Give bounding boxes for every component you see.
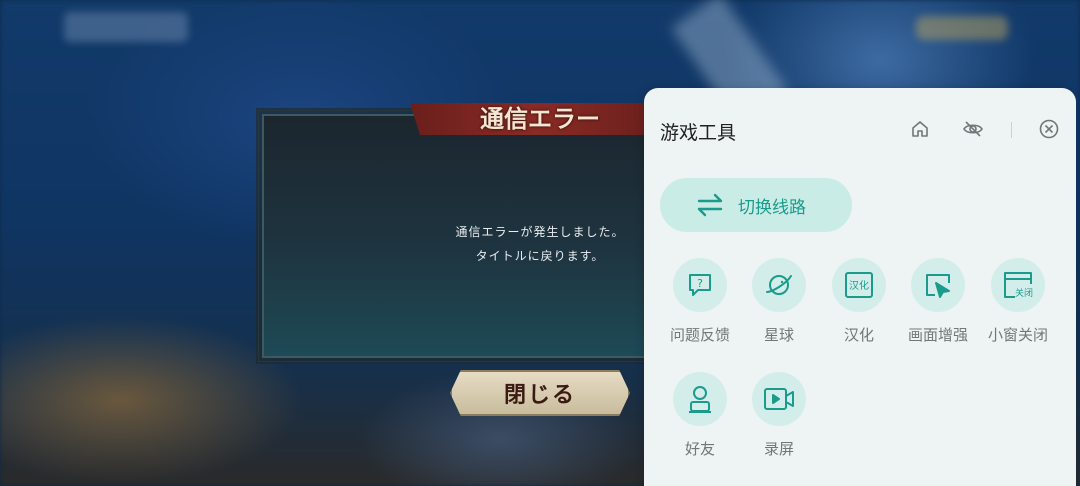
tool-translate[interactable]: 汉化 汉化 (819, 258, 899, 345)
game-hud-top-right (916, 16, 1008, 40)
mini-window-icon-text: 关闭 (1015, 287, 1033, 299)
dialog-close-label: 閉じる (503, 382, 576, 408)
friend-icon (673, 372, 727, 426)
eye-off-icon[interactable] (962, 118, 984, 140)
translate-icon: 汉化 (832, 258, 886, 312)
tool-mini-window-close[interactable]: 关闭 小窗关闭 (978, 258, 1058, 345)
tool-enhance[interactable]: 画面增强 (898, 258, 978, 345)
dialog-message: 通信エラーが発生しました。 タイトルに戻ります。 (400, 220, 680, 268)
record-icon (752, 372, 806, 426)
home-icon[interactable] (909, 118, 931, 140)
svg-text:?: ? (697, 277, 703, 290)
game-hud-top-left (64, 12, 188, 42)
tool-label: 录屏 (763, 440, 794, 458)
dialog-close-button[interactable]: 閉じる (450, 370, 630, 416)
tool-label: 画面增强 (907, 326, 968, 344)
tool-planet[interactable]: 星球 (739, 258, 819, 345)
enhance-icon (911, 258, 965, 312)
tool-label: 小窗关闭 (987, 326, 1048, 344)
tool-label: 星球 (763, 326, 794, 344)
switch-arrows-icon (696, 193, 724, 217)
close-circle-icon[interactable] (1038, 118, 1060, 140)
tool-friend[interactable]: 好友 (660, 372, 740, 459)
planet-icon (752, 258, 806, 312)
mini-window-close-icon: 关闭 (991, 258, 1045, 312)
tool-feedback[interactable]: ? 问题反馈 (660, 258, 740, 345)
game-tools-panel: 游戏工具 切换线路 ? 问题反馈 星球 汉化 汉化 画面增强 关闭 小窗关闭 好… (644, 88, 1076, 486)
panel-title: 游戏工具 (660, 122, 737, 144)
switch-route-button[interactable]: 切换线路 (660, 178, 852, 232)
tool-record[interactable]: 录屏 (739, 372, 819, 459)
feedback-icon: ? (673, 258, 727, 312)
tool-label: 问题反馈 (669, 326, 730, 344)
tool-label: 汉化 (843, 326, 874, 344)
switch-route-label: 切换线路 (738, 197, 806, 218)
header-divider (1011, 122, 1012, 138)
dialog-title: 通信エラー (480, 104, 600, 133)
dialog-message-line2: タイトルに戻ります。 (475, 249, 605, 263)
dialog-message-line1: 通信エラーが発生しました。 (455, 225, 625, 239)
translate-icon-text: 汉化 (849, 279, 869, 292)
tool-label: 好友 (684, 440, 715, 458)
